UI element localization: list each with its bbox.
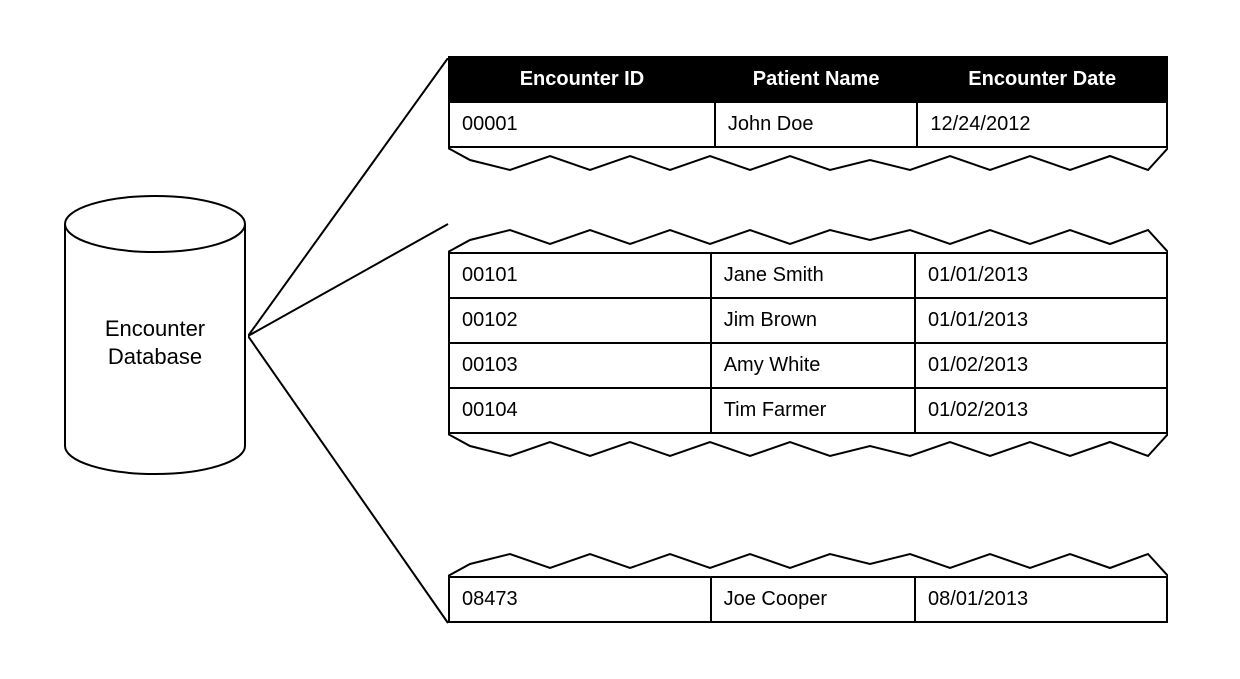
cell-encounter-date: 01/01/2013 bbox=[915, 253, 1167, 298]
torn-edge-top-icon bbox=[448, 546, 1168, 576]
torn-edge-bottom-icon bbox=[448, 434, 1168, 464]
cell-patient-name: Amy White bbox=[711, 343, 915, 388]
header-encounter-date: Encounter Date bbox=[917, 57, 1167, 102]
header-encounter-id: Encounter ID bbox=[449, 57, 715, 102]
cell-encounter-date: 01/02/2013 bbox=[915, 388, 1167, 433]
table-row: 08473Joe Cooper08/01/2013 bbox=[449, 577, 1167, 622]
cell-encounter-id: 00103 bbox=[449, 343, 711, 388]
header-patient-name: Patient Name bbox=[715, 57, 918, 102]
database-label: EncounterDatabase bbox=[62, 315, 248, 370]
table-row: 00102Jim Brown01/01/2013 bbox=[449, 298, 1167, 343]
table-segment-top: Encounter ID Patient Name Encounter Date… bbox=[448, 56, 1168, 178]
table-segment-bottom: 08473Joe Cooper08/01/2013 bbox=[448, 546, 1168, 623]
cell-encounter-date: 08/01/2013 bbox=[915, 577, 1167, 622]
table-row: 00001John Doe12/24/2012 bbox=[449, 102, 1167, 147]
cell-encounter-id: 00104 bbox=[449, 388, 711, 433]
table-segment-middle: 00101Jane Smith01/01/201300102Jim Brown0… bbox=[448, 222, 1168, 464]
cell-patient-name: Joe Cooper bbox=[711, 577, 915, 622]
cell-encounter-date: 01/02/2013 bbox=[915, 343, 1167, 388]
cell-encounter-id: 08473 bbox=[449, 577, 711, 622]
cell-encounter-date: 01/01/2013 bbox=[915, 298, 1167, 343]
cell-encounter-id: 00001 bbox=[449, 102, 715, 147]
expansion-bracket-icon bbox=[248, 58, 453, 628]
cell-encounter-date: 12/24/2012 bbox=[917, 102, 1167, 147]
torn-edge-bottom-icon bbox=[448, 148, 1168, 178]
table-row: 00101Jane Smith01/01/2013 bbox=[449, 253, 1167, 298]
cell-encounter-id: 00101 bbox=[449, 253, 711, 298]
cell-patient-name: John Doe bbox=[715, 102, 918, 147]
cell-encounter-id: 00102 bbox=[449, 298, 711, 343]
torn-edge-top-icon bbox=[448, 222, 1168, 252]
table-header-row: Encounter ID Patient Name Encounter Date bbox=[449, 57, 1167, 102]
cell-patient-name: Jim Brown bbox=[711, 298, 915, 343]
cell-patient-name: Jane Smith bbox=[711, 253, 915, 298]
cell-patient-name: Tim Farmer bbox=[711, 388, 915, 433]
table-row: 00103Amy White01/02/2013 bbox=[449, 343, 1167, 388]
table-row: 00104Tim Farmer01/02/2013 bbox=[449, 388, 1167, 433]
